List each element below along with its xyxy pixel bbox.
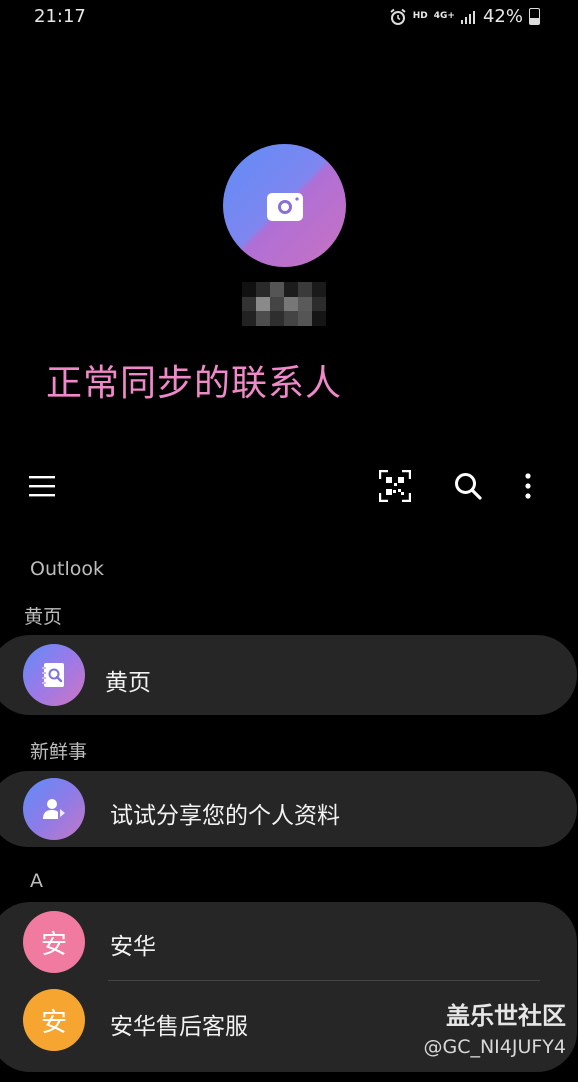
contact-name: 安华售后客服	[110, 1014, 248, 1040]
signal-icon	[460, 10, 475, 24]
list-item-yellow-pages[interactable]: 黄页	[0, 635, 577, 715]
contact-name: 安华	[110, 934, 156, 960]
search-button[interactable]	[448, 466, 488, 506]
qr-code-icon	[379, 470, 411, 502]
status-time: 21:17	[34, 6, 86, 27]
status-bar: 21:17 HD 4G+ 42%	[0, 0, 578, 36]
directory-search-icon	[42, 663, 64, 687]
watermark-user-id: @GC_NI4JUFY4	[423, 1036, 566, 1058]
battery-icon	[529, 8, 540, 25]
watermark-brand: 盖乐世社区	[446, 1002, 566, 1030]
section-header-news: 新鲜事	[30, 741, 88, 763]
alarm-icon	[390, 8, 406, 25]
contact-avatar: 安	[23, 911, 85, 973]
camera-icon	[266, 192, 303, 221]
hamburger-icon	[29, 476, 55, 497]
sync-caption: 正常同步的联系人	[46, 363, 343, 404]
yellow-pages-avatar	[23, 644, 85, 706]
profile-name-pixelated	[242, 282, 326, 326]
search-icon	[455, 473, 482, 500]
more-vertical-icon	[525, 473, 531, 499]
qr-code-button[interactable]	[375, 466, 415, 506]
battery-percent: 42%	[482, 6, 523, 27]
network-type: 4G+	[433, 11, 455, 21]
more-options-button[interactable]	[508, 466, 548, 506]
contact-row[interactable]: 安 安华	[0, 902, 577, 980]
list-item-share-profile[interactable]: 试试分享您的个人资料	[0, 771, 577, 847]
share-profile-avatar	[23, 778, 85, 840]
hd-indicator: HD	[412, 11, 428, 21]
profile-avatar[interactable]	[223, 144, 346, 267]
yellow-pages-card: 黄页	[0, 635, 577, 715]
section-header-outlook: Outlook	[30, 558, 104, 580]
share-profile-card: 试试分享您的个人资料	[0, 771, 577, 847]
profile-share-icon	[43, 799, 65, 819]
status-icons: HD 4G+ 42%	[389, 6, 540, 27]
contact-avatar: 安	[23, 989, 85, 1051]
yellow-pages-label: 黄页	[105, 670, 151, 696]
section-header-a: A	[30, 870, 43, 892]
share-profile-label: 试试分享您的个人资料	[110, 803, 340, 829]
menu-button[interactable]	[22, 466, 62, 506]
section-header-yellow-pages: 黄页	[24, 606, 63, 628]
